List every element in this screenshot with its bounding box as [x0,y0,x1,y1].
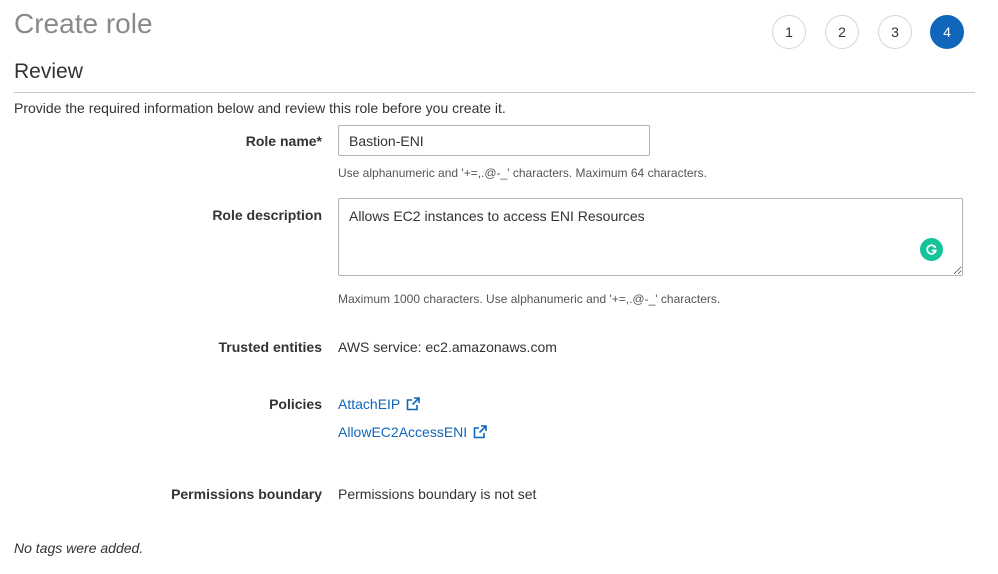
permissions-boundary-label: Permissions boundary [171,486,322,502]
external-link-icon [473,425,487,439]
trusted-entities-value: AWS service: ec2.amazonaws.com [338,339,557,355]
divider [14,92,975,93]
step-4-current[interactable]: 4 [930,15,964,49]
step-1[interactable]: 1 [772,15,806,49]
role-description-hint: Maximum 1000 characters. Use alphanumeri… [338,292,721,306]
section-title: Review [14,60,83,83]
policy-link-attacheip[interactable]: AttachEIP [338,396,421,412]
trusted-entities-label: Trusted entities [218,339,322,355]
role-name-hint: Use alphanumeric and '+=,.@-_' character… [338,166,707,180]
external-link-icon [406,397,421,411]
policies-label: Policies [269,396,322,412]
step-2[interactable]: 2 [825,15,859,49]
page-title: Create role [14,8,153,39]
policy-link-label: AllowEC2AccessENI [338,424,468,440]
no-tags-text: No tags were added. [14,540,144,556]
step-3[interactable]: 3 [878,15,912,49]
grammarly-icon[interactable] [920,238,943,261]
permissions-boundary-value: Permissions boundary is not set [338,486,537,502]
policy-link-allowec2accesseni[interactable]: AllowEC2AccessENI [338,424,487,440]
wizard-steps: 1 2 3 4 [772,15,966,51]
role-description-input[interactable] [338,198,963,276]
policy-link-label: AttachEIP [338,396,401,412]
intro-text: Provide the required information below a… [14,100,506,116]
role-name-label: Role name* [245,133,322,149]
role-description-label: Role description [212,207,322,223]
role-name-input[interactable] [338,125,650,156]
